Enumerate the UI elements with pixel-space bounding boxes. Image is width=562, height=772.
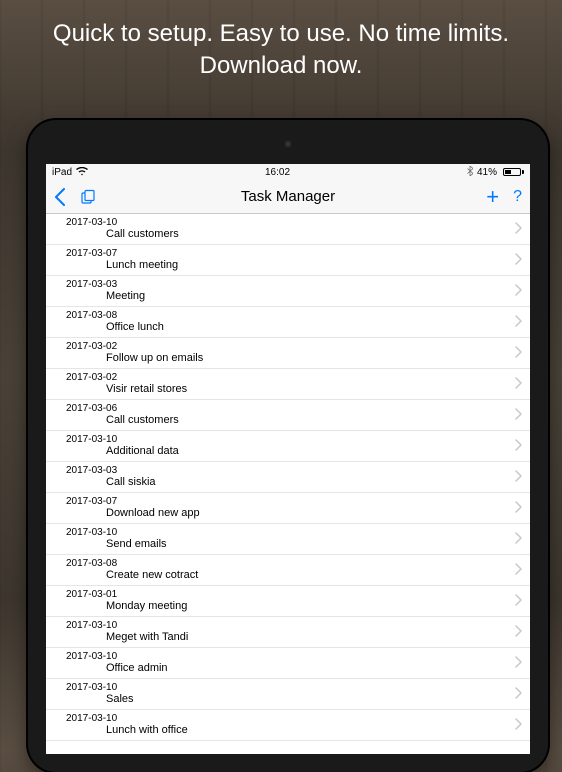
wifi-icon [76, 167, 88, 178]
battery-icon [501, 168, 524, 176]
task-row[interactable]: 2017-03-03Call siskia [46, 462, 530, 493]
chevron-right-icon [515, 500, 522, 516]
task-title: Additional data [106, 445, 179, 458]
task-row[interactable]: 2017-03-10Sales [46, 679, 530, 710]
chevron-right-icon [515, 655, 522, 671]
task-title: Call siskia [106, 476, 156, 489]
chevron-right-icon [515, 221, 522, 237]
carrier-label: iPad [52, 167, 72, 178]
task-title: Follow up on emails [106, 352, 203, 365]
task-date: 2017-03-10 [66, 651, 168, 663]
task-date: 2017-03-08 [66, 558, 198, 570]
task-row[interactable]: 2017-03-10Meget with Tandi [46, 617, 530, 648]
add-button[interactable]: + [486, 184, 499, 210]
task-title: Office admin [106, 662, 168, 675]
status-right: 41% [467, 166, 524, 178]
chevron-right-icon [515, 469, 522, 485]
chevron-right-icon [515, 438, 522, 454]
task-title: Create new cotract [106, 569, 198, 582]
battery-percent: 41% [477, 167, 497, 178]
task-title: Call customers [106, 228, 179, 241]
task-title: Lunch meeting [106, 259, 178, 272]
task-date: 2017-03-08 [66, 310, 164, 322]
task-title: Monday meeting [106, 600, 187, 613]
back-button[interactable] [54, 188, 66, 206]
task-date: 2017-03-03 [66, 279, 145, 291]
task-row[interactable]: 2017-03-10Send emails [46, 524, 530, 555]
chevron-right-icon [515, 345, 522, 361]
task-list[interactable]: 2017-03-10Call customers2017-03-07Lunch … [46, 214, 530, 754]
task-row[interactable]: 2017-03-10Lunch with office [46, 710, 530, 741]
task-date: 2017-03-02 [66, 372, 187, 384]
chevron-right-icon [515, 717, 522, 733]
task-row[interactable]: 2017-03-06Call customers [46, 400, 530, 431]
task-date: 2017-03-01 [66, 589, 187, 601]
task-row[interactable]: 2017-03-08Office lunch [46, 307, 530, 338]
task-date: 2017-03-10 [66, 620, 188, 632]
task-row[interactable]: 2017-03-10Additional data [46, 431, 530, 462]
promo-headline: Quick to setup. Easy to use. No time lim… [0, 0, 562, 93]
task-title: Call customers [106, 414, 179, 427]
task-title: Lunch with office [106, 724, 188, 737]
task-date: 2017-03-07 [66, 496, 200, 508]
device-camera [284, 140, 292, 148]
copy-button[interactable] [80, 189, 96, 205]
task-date: 2017-03-10 [66, 434, 179, 446]
device-frame: iPad 16:02 41% [28, 120, 548, 772]
task-row[interactable]: 2017-03-02Visir retail stores [46, 369, 530, 400]
task-row[interactable]: 2017-03-03Meeting [46, 276, 530, 307]
task-date: 2017-03-07 [66, 248, 178, 260]
task-row[interactable]: 2017-03-10Office admin [46, 648, 530, 679]
chevron-right-icon [515, 624, 522, 640]
task-title: Meeting [106, 290, 145, 303]
help-button[interactable]: ? [513, 188, 522, 206]
task-row[interactable]: 2017-03-01Monday meeting [46, 586, 530, 617]
task-title: Download new app [106, 507, 200, 520]
bluetooth-icon [467, 166, 473, 178]
status-time: 16:02 [265, 167, 290, 178]
task-title: Sales [106, 693, 134, 706]
task-title: Meget with Tandi [106, 631, 188, 644]
chevron-right-icon [515, 407, 522, 423]
task-date: 2017-03-10 [66, 527, 167, 539]
status-left: iPad [52, 167, 88, 178]
navigation-bar: Task Manager + ? [46, 180, 530, 214]
task-date: 2017-03-10 [66, 682, 134, 694]
task-row[interactable]: 2017-03-07Download new app [46, 493, 530, 524]
chevron-right-icon [515, 686, 522, 702]
task-title: Send emails [106, 538, 167, 551]
task-title: Visir retail stores [106, 383, 187, 396]
device-screen: iPad 16:02 41% [46, 164, 530, 754]
task-row[interactable]: 2017-03-08Create new cotract [46, 555, 530, 586]
task-row[interactable]: 2017-03-07Lunch meeting [46, 245, 530, 276]
task-date: 2017-03-03 [66, 465, 156, 477]
task-row[interactable]: 2017-03-10Call customers [46, 214, 530, 245]
task-date: 2017-03-02 [66, 341, 203, 353]
chevron-right-icon [515, 531, 522, 547]
chevron-right-icon [515, 562, 522, 578]
task-title: Office lunch [106, 321, 164, 334]
chevron-right-icon [515, 593, 522, 609]
task-date: 2017-03-06 [66, 403, 179, 415]
status-bar: iPad 16:02 41% [46, 164, 530, 180]
chevron-right-icon [515, 252, 522, 268]
chevron-right-icon [515, 283, 522, 299]
chevron-right-icon [515, 314, 522, 330]
task-date: 2017-03-10 [66, 217, 179, 229]
task-date: 2017-03-10 [66, 713, 188, 725]
task-row[interactable]: 2017-03-02Follow up on emails [46, 338, 530, 369]
chevron-right-icon [515, 376, 522, 392]
